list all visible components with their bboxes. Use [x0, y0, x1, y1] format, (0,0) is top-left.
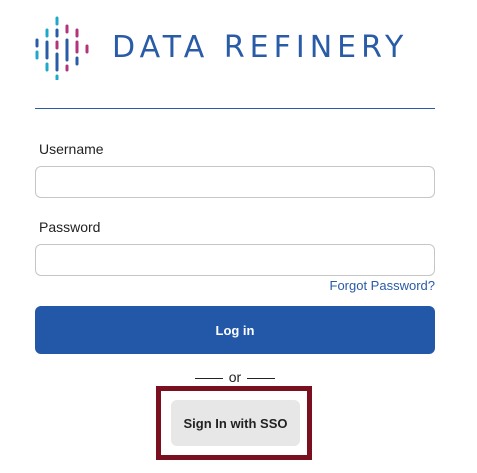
username-input[interactable]	[35, 166, 435, 198]
password-input[interactable]	[35, 244, 435, 276]
sso-button[interactable]: Sign In with SSO	[171, 400, 300, 446]
username-label: Username	[39, 141, 104, 157]
or-text: or	[228, 369, 242, 385]
brand-logo: DATA REFINERY	[34, 16, 436, 82]
data-refinery-logo-icon	[35, 16, 89, 80]
password-label: Password	[39, 219, 101, 235]
header-divider	[35, 108, 435, 109]
login-button[interactable]: Log in	[35, 306, 435, 354]
brand-name: DATA REFINERY	[112, 30, 409, 65]
or-separator: or	[0, 368, 470, 386]
forgot-password-link[interactable]: Forgot Password?	[330, 278, 436, 294]
or-line-left	[194, 377, 223, 379]
or-line-right	[247, 377, 276, 379]
